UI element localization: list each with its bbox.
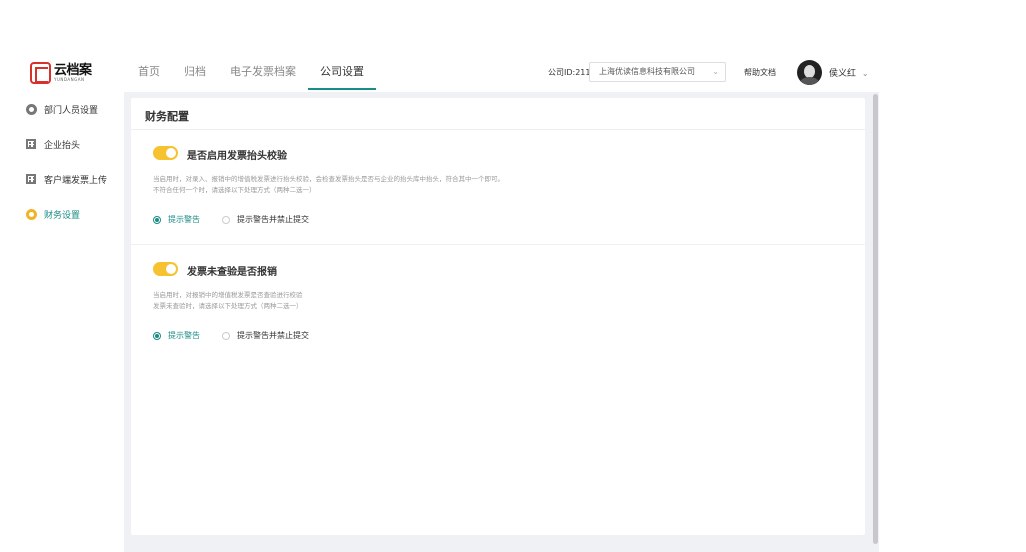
sidebar-item-company-header[interactable]: 企业抬头 <box>25 136 80 152</box>
nav-e-invoice-archive[interactable]: 电子发票档案 <box>218 60 308 92</box>
divider <box>131 129 865 130</box>
radio-warn[interactable]: 提示警告 <box>153 330 200 341</box>
logo-text: 云档案 <box>54 63 92 78</box>
section-description: 当启用时，对录入、报销中的增值税发票进行抬头校验，会检查发票抬头是否与企业的抬头… <box>153 175 504 183</box>
radio-dot <box>222 331 230 340</box>
radio-dot <box>222 215 230 224</box>
radio-dot <box>153 215 161 224</box>
logo-icon <box>30 62 51 84</box>
nav-archive[interactable]: 归档 <box>172 60 218 92</box>
chevron-down-icon: ⌄ <box>861 69 869 78</box>
finance-config-card: 财务配置 是否启用发票抬头校验 当启用时，对录入、报销中的增值税发票进行抬头校验… <box>131 98 865 535</box>
unverified-invoice-toggle[interactable] <box>153 262 178 276</box>
avatar[interactable] <box>797 60 822 85</box>
help-docs-link[interactable]: 帮助文档 <box>744 67 776 78</box>
company-select[interactable]: 上海优读信息科技有限公司 ⌄ <box>589 62 726 82</box>
main-nav: 首页 归档 电子发票档案 公司设置 <box>126 60 376 92</box>
radio-label: 提示警告 <box>168 331 200 340</box>
section-description: 发票未查验时，请选择以下处理方式（两种二选一） <box>153 302 303 310</box>
gear-icon <box>25 103 37 115</box>
divider <box>131 244 865 245</box>
section-description: 当启用时，对报销中的增值税发票是否查验进行校验 <box>153 291 303 299</box>
nav-company-settings[interactable]: 公司设置 <box>308 60 376 92</box>
section-description: 不符合任何一个时，请选择以下处理方式（两种二选一） <box>153 186 316 194</box>
gear-icon <box>25 208 37 220</box>
radio-dot <box>153 331 161 340</box>
sidebar-item-label: 部门人员设置 <box>44 105 99 116</box>
radio-label: 提示警告并禁止提交 <box>237 215 309 224</box>
username: 侯义红 <box>829 69 857 79</box>
radio-warn[interactable]: 提示警告 <box>153 214 200 225</box>
scrollbar[interactable] <box>873 94 878 544</box>
radio-warn-and-block[interactable]: 提示警告并禁止提交 <box>222 330 309 341</box>
section-title: 发票未查验是否报销 <box>187 267 277 278</box>
logo[interactable]: 云档案 YUNDANGAN <box>30 61 96 85</box>
nav-home[interactable]: 首页 <box>126 60 172 92</box>
chevron-down-icon: ⌄ <box>712 67 719 76</box>
company-id-label: 公司ID:211 <box>548 68 591 77</box>
sidebar: 部门人员设置 企业抬头 客户端发票上传 财务设置 <box>0 92 124 552</box>
radio-label: 提示警告 <box>168 215 200 224</box>
page-title: 财务配置 <box>145 110 189 123</box>
sidebar-item-client-invoice-upload[interactable]: 客户端发票上传 <box>25 171 107 187</box>
company-select-value: 上海优读信息科技有限公司 <box>599 67 695 76</box>
building-icon <box>25 173 37 185</box>
header-check-toggle[interactable] <box>153 146 178 160</box>
top-bar: 云档案 YUNDANGAN 首页 归档 电子发票档案 公司设置 公司ID:211… <box>0 0 1026 92</box>
user-menu[interactable]: 侯义红 ⌄ <box>829 66 869 79</box>
sidebar-item-label: 财务设置 <box>44 210 81 221</box>
sidebar-item-label: 客户端发票上传 <box>44 175 108 186</box>
sidebar-item-finance-settings[interactable]: 财务设置 <box>25 206 80 222</box>
building-icon <box>25 138 37 150</box>
section-title: 是否启用发票抬头校验 <box>187 151 287 162</box>
radio-warn-and-block[interactable]: 提示警告并禁止提交 <box>222 214 309 225</box>
radio-label: 提示警告并禁止提交 <box>237 331 309 340</box>
sidebar-item-department-staff[interactable]: 部门人员设置 <box>25 101 98 117</box>
logo-subtext: YUNDANGAN <box>54 77 85 82</box>
sidebar-item-label: 企业抬头 <box>44 140 81 151</box>
